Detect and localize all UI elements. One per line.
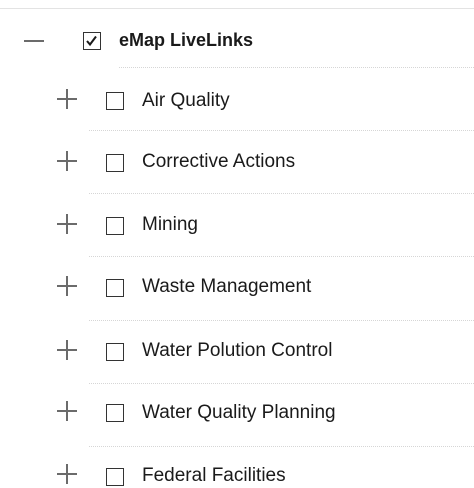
- row-divider: [89, 193, 474, 194]
- tree-node-corrective-actions[interactable]: Corrective Actions: [0, 132, 474, 194]
- collapse-minus-icon[interactable]: [24, 30, 46, 52]
- tree-node-emap-livelinks[interactable]: eMap LiveLinks: [0, 10, 474, 72]
- layer-tree: eMap LiveLinks Air Quality Corrective Ac…: [0, 0, 474, 487]
- expand-plus-icon[interactable]: [57, 213, 79, 235]
- tree-node-federal-facilities[interactable]: Federal Facilities: [0, 448, 474, 487]
- tree-node-label: Corrective Actions: [142, 151, 296, 172]
- expand-plus-icon[interactable]: [57, 150, 79, 172]
- tree-node-label: Federal Facilities: [142, 465, 286, 486]
- tree-node-label: Waste Management: [142, 276, 312, 297]
- tree-node-label: Mining: [142, 214, 198, 235]
- row-divider: [89, 320, 474, 321]
- row-divider: [89, 130, 474, 131]
- expand-plus-icon[interactable]: [57, 463, 79, 485]
- top-divider: [0, 8, 474, 9]
- expand-plus-icon[interactable]: [57, 339, 79, 361]
- layer-checkbox-air-quality[interactable]: [106, 92, 124, 110]
- tree-node-label: Water Polution Control: [142, 340, 333, 361]
- row-divider: [89, 383, 474, 384]
- expand-plus-icon[interactable]: [57, 275, 79, 297]
- tree-node-air-quality[interactable]: Air Quality: [0, 70, 474, 132]
- expand-plus-icon[interactable]: [57, 88, 79, 110]
- layer-checkbox-mining[interactable]: [106, 217, 124, 235]
- layer-checkbox-emap-livelinks[interactable]: [83, 32, 101, 50]
- layer-checkbox-water-polution-control[interactable]: [106, 343, 124, 361]
- row-divider: [119, 67, 474, 68]
- layer-checkbox-waste-management[interactable]: [106, 279, 124, 297]
- tree-node-mining[interactable]: Mining: [0, 195, 474, 257]
- tree-node-water-quality-planning[interactable]: Water Quality Planning: [0, 385, 474, 447]
- layer-checkbox-federal-facilities[interactable]: [106, 468, 124, 486]
- layer-checkbox-water-quality-planning[interactable]: [106, 404, 124, 422]
- expand-plus-icon[interactable]: [57, 400, 79, 422]
- tree-node-water-polution-control[interactable]: Water Polution Control: [0, 322, 474, 384]
- tree-node-waste-management[interactable]: Waste Management: [0, 258, 474, 321]
- tree-node-label: Water Quality Planning: [142, 402, 336, 423]
- tree-node-label: eMap LiveLinks: [119, 30, 254, 50]
- row-divider: [89, 446, 474, 447]
- tree-node-label: Air Quality: [142, 90, 230, 111]
- checkmark-icon: [86, 35, 97, 47]
- layer-checkbox-corrective-actions[interactable]: [106, 154, 124, 172]
- row-divider: [89, 256, 474, 257]
